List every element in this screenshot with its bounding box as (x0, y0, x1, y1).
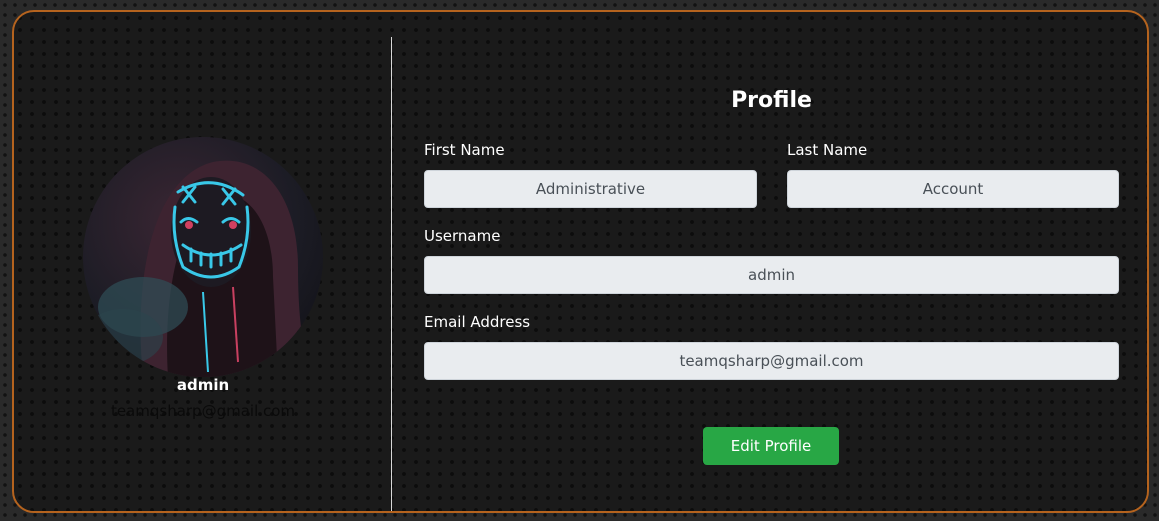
avatar-image (83, 160, 313, 377)
profile-card: admin teamqsharp@gmail.com Profile First… (12, 10, 1149, 513)
last-name-input[interactable] (787, 170, 1119, 208)
profile-email: teamqsharp@gmail.com (110, 402, 296, 420)
email-label: Email Address (424, 313, 531, 331)
username-input[interactable] (424, 256, 1119, 294)
last-name-label: Last Name (787, 141, 868, 159)
first-name-label: First Name (424, 141, 505, 159)
username-label: Username (424, 227, 501, 245)
edit-profile-button[interactable]: Edit Profile (703, 427, 839, 465)
profile-username: admin (176, 376, 230, 394)
email-input[interactable] (424, 342, 1119, 380)
first-name-input[interactable] (424, 170, 757, 208)
page-title: Profile (731, 88, 812, 113)
avatar (83, 137, 323, 377)
